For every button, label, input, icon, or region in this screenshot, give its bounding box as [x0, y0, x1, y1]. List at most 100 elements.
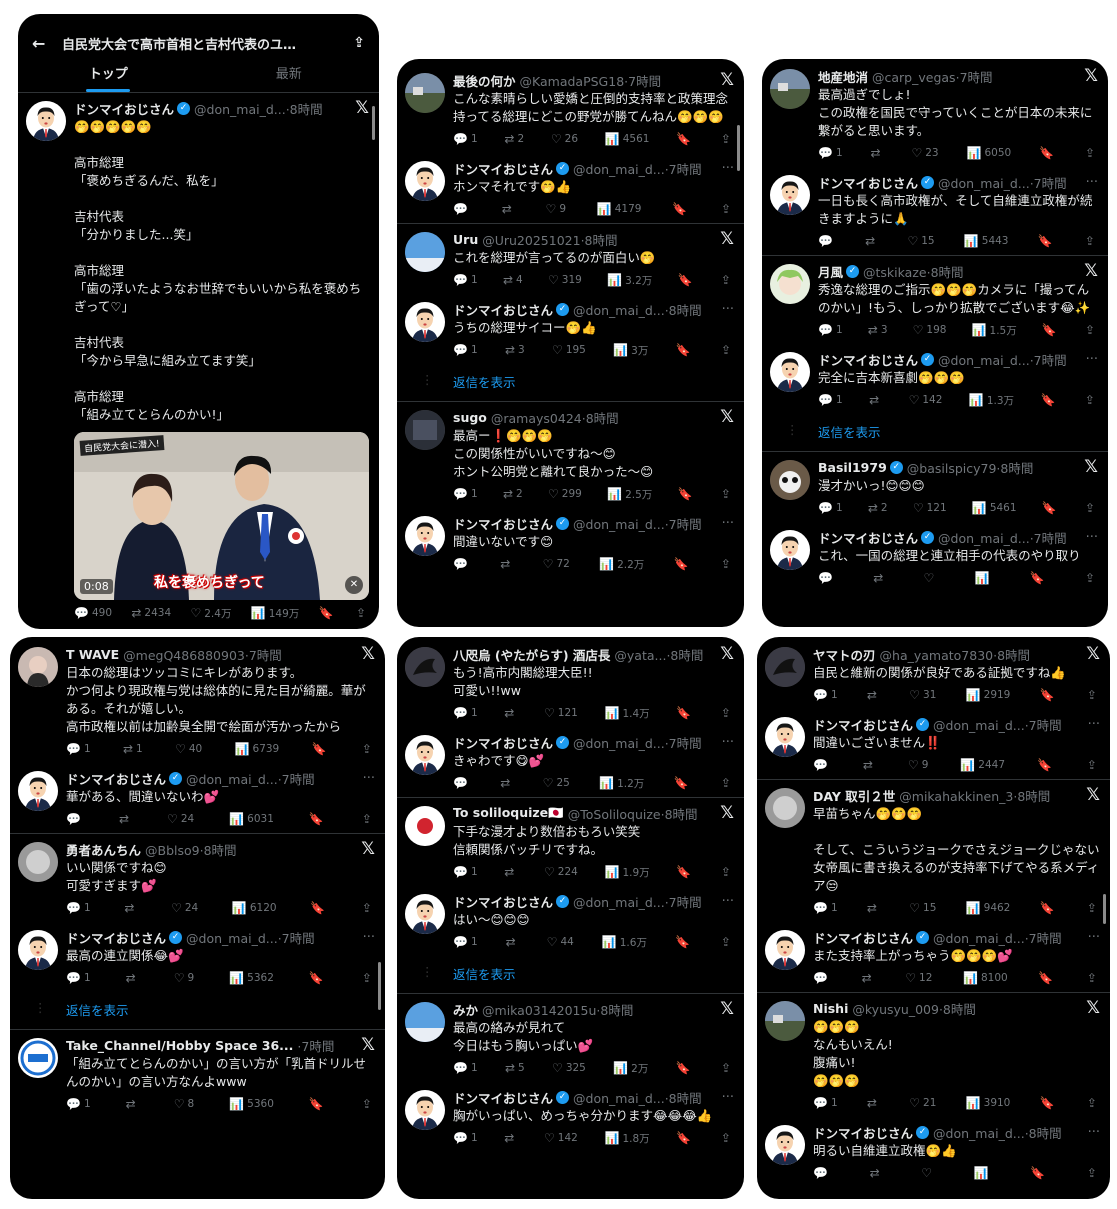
bookmark-button[interactable]: 🔖: [1038, 234, 1056, 248]
mute-icon[interactable]: ✕: [345, 576, 363, 594]
share-button[interactable]: ⇪: [362, 901, 375, 915]
x-logo-icon[interactable]: 𝕏: [720, 999, 734, 1019]
share-button[interactable]: ⇪: [721, 706, 734, 720]
share-button[interactable]: ⇪: [362, 1097, 375, 1111]
views-button[interactable]: 📊 4179: [597, 202, 642, 216]
avatar[interactable]: [765, 930, 805, 970]
show-replies-link[interactable]: 返信を表示: [397, 364, 744, 401]
retweet-button[interactable]: ⇄: [863, 758, 876, 772]
views-button[interactable]: 📊 5360: [229, 1097, 274, 1111]
scrollbar[interactable]: [737, 125, 740, 171]
avatar[interactable]: [18, 930, 58, 970]
reply-button[interactable]: 💬 1: [818, 146, 843, 160]
more-options-icon[interactable]: ···: [363, 930, 375, 945]
avatar[interactable]: [405, 1090, 445, 1130]
show-replies-link[interactable]: 返信を表示: [762, 414, 1108, 451]
scrollbar[interactable]: [1103, 894, 1106, 924]
reply-button[interactable]: 💬 1: [813, 688, 838, 702]
x-logo-icon[interactable]: 𝕏: [1084, 66, 1098, 86]
tweet[interactable]: ドンマイおじさん ✓ @don_mai_d...·7時間 ··· これ、一国の総理と連立…: [762, 522, 1108, 592]
like-button[interactable]: ♡ 9: [174, 971, 194, 985]
tweet[interactable]: ヤマトの刃 @ha_yamato7830·8時間 𝕏 自民と維新の関係が良好である証拠…: [757, 639, 1110, 709]
x-logo-icon[interactable]: 𝕏: [720, 229, 734, 249]
bookmark-button[interactable]: 🔖: [1040, 1096, 1058, 1110]
author-name[interactable]: Uru: [453, 232, 478, 247]
author-name[interactable]: ドンマイおじさん: [453, 1088, 553, 1107]
avatar[interactable]: [770, 264, 810, 304]
bookmark-button[interactable]: 🔖: [1030, 1166, 1048, 1180]
like-button[interactable]: ♡ 21: [909, 1096, 936, 1110]
retweet-button[interactable]: ⇄ 2: [504, 132, 524, 146]
reply-button[interactable]: 💬 1: [453, 487, 478, 501]
x-logo-icon[interactable]: 𝕏: [1086, 785, 1100, 805]
reply-button[interactable]: 💬 1: [818, 323, 843, 337]
like-button[interactable]: ♡ 24: [167, 812, 194, 826]
views-button[interactable]: 📊 1.2万: [599, 776, 644, 791]
tweet[interactable]: Uru @Uru20251021·8時間 𝕏 これを総理が言ってるのが面白い🤭 💬 1 ⇄ 4…: [397, 224, 744, 294]
bookmark-button[interactable]: 🔖: [309, 812, 327, 826]
author-name[interactable]: ドンマイおじさん: [453, 514, 553, 533]
like-button[interactable]: ♡ 319: [548, 273, 582, 287]
avatar[interactable]: [405, 161, 445, 201]
views-button[interactable]: 📊 1.8万: [604, 1131, 649, 1146]
avatar[interactable]: [765, 1125, 805, 1165]
views-button[interactable]: 📊 1.9万: [604, 865, 649, 880]
bookmark-button[interactable]: 🔖: [1040, 393, 1058, 407]
like-button[interactable]: ♡ 44: [547, 935, 574, 949]
retweet-button[interactable]: ⇄: [502, 202, 515, 216]
reply-button[interactable]: 💬: [453, 776, 471, 790]
retweet-button[interactable]: ⇄ 5: [505, 1061, 525, 1075]
author-name[interactable]: T WAVE: [66, 647, 119, 662]
show-replies-link[interactable]: 返信を表示: [397, 956, 744, 993]
like-button[interactable]: ♡ 23: [911, 146, 938, 160]
retweet-button[interactable]: ⇄: [865, 234, 878, 248]
share-button[interactable]: ⇪: [721, 202, 734, 216]
more-options-icon[interactable]: ···: [1088, 930, 1100, 945]
more-options-icon[interactable]: ···: [722, 302, 734, 317]
bookmark-button[interactable]: 🔖: [676, 343, 694, 357]
more-options-icon[interactable]: ···: [722, 1090, 734, 1105]
reply-button[interactable]: 💬 1: [453, 343, 478, 357]
avatar[interactable]: [405, 647, 445, 687]
share-button[interactable]: ⇪: [1087, 1096, 1100, 1110]
avatar[interactable]: [405, 302, 445, 342]
tweet[interactable]: ドンマイおじさん ✓ @don_mai_d...·7時間 ··· 間違いございません‼️…: [757, 709, 1110, 779]
like-button[interactable]: ♡ 8: [174, 1097, 194, 1111]
x-logo-icon[interactable]: 𝕏: [361, 839, 375, 859]
reply-button[interactable]: 💬 1: [453, 1131, 478, 1145]
author-name[interactable]: ドンマイおじさん: [813, 1123, 913, 1142]
share-button[interactable]: ⇪: [362, 812, 375, 826]
retweet-button[interactable]: ⇄: [873, 571, 886, 585]
reply-button[interactable]: 💬 1: [813, 1096, 838, 1110]
retweet-button[interactable]: ⇄: [126, 1097, 139, 1111]
more-options-icon[interactable]: ···: [363, 771, 375, 786]
author-name[interactable]: ドンマイおじさん: [453, 159, 553, 178]
x-logo-icon[interactable]: 𝕏: [720, 70, 734, 90]
avatar[interactable]: [770, 175, 810, 215]
bookmark-button[interactable]: 🔖: [1037, 758, 1055, 772]
like-button[interactable]: ♡ 12: [905, 971, 932, 985]
more-options-icon[interactable]: ···: [1086, 530, 1098, 545]
share-button[interactable]: ⇪: [721, 865, 734, 879]
share-button[interactable]: ⇪: [721, 343, 734, 357]
bookmark-button[interactable]: 🔖: [1038, 971, 1056, 985]
tweet[interactable]: T WAVE @megQ486880903·7時間 𝕏 日本の総理はツッコミにキレがあ…: [10, 639, 385, 763]
tweet[interactable]: ドンマイおじさん ✓ @don_mai_d...·7時間 ··· 一日も長く高市政権が、…: [762, 167, 1108, 255]
like-button[interactable]: ♡ 15: [907, 234, 934, 248]
bookmark-button[interactable]: 🔖: [678, 487, 696, 501]
like-button[interactable]: ♡ 15: [909, 901, 936, 915]
reply-button[interactable]: 💬 1: [453, 706, 478, 720]
avatar[interactable]: [765, 1001, 805, 1041]
like-button[interactable]: ♡ 31: [909, 688, 936, 702]
share-button[interactable]: ⇪: [721, 273, 734, 287]
author-name[interactable]: Basil1979: [818, 460, 887, 475]
reply-button[interactable]: 💬 1: [453, 273, 478, 287]
tweet[interactable]: ドンマイおじさん ✓ @don_mai_d...·8時間 ··· うちの総理サイコー🤭👍…: [397, 294, 744, 364]
views-button[interactable]: 📊 2447: [960, 758, 1005, 772]
tweet[interactable]: ドンマイおじさん ✓ @don_mai_d...·7時間 ··· ホンマそれです🤭👍 💬 ⇄…: [397, 153, 744, 223]
avatar[interactable]: [765, 647, 805, 687]
bookmark-button[interactable]: 🔖: [676, 706, 694, 720]
bookmark-button[interactable]: 🔖: [1039, 146, 1057, 160]
retweet-button[interactable]: ⇄: [871, 146, 884, 160]
scrollbar[interactable]: [372, 106, 375, 140]
